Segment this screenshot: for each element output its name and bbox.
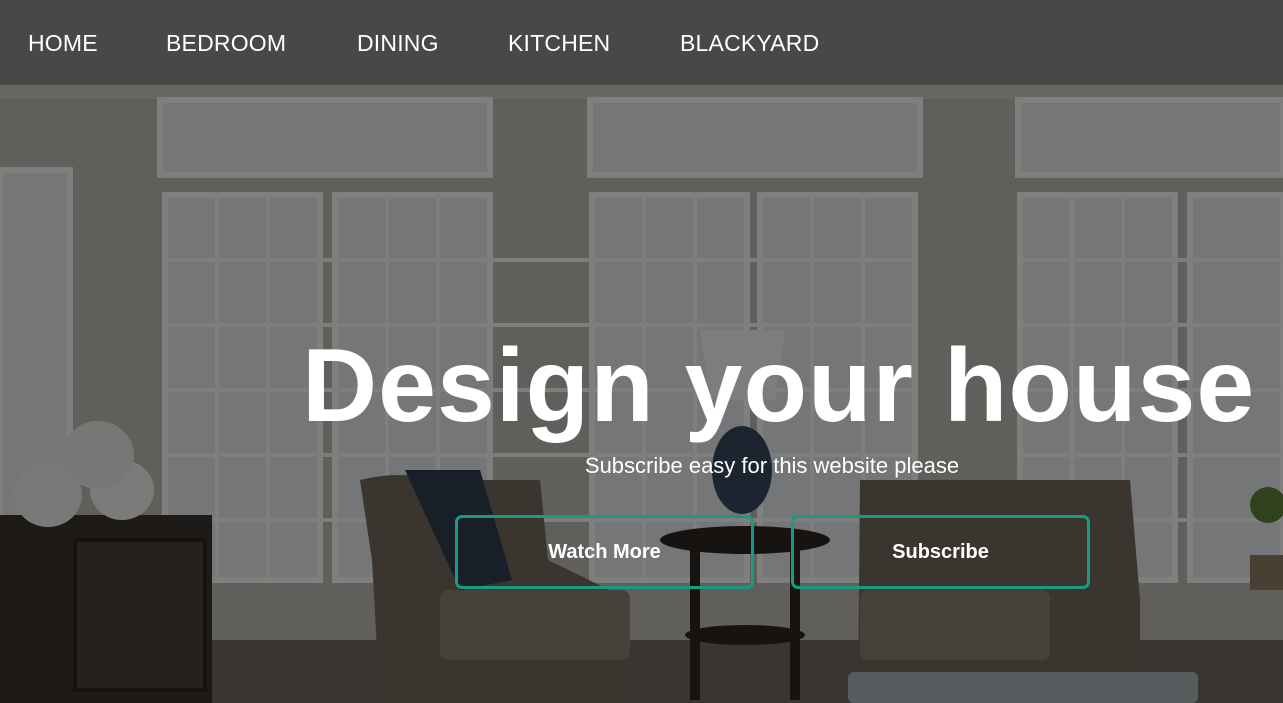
hero-subtitle: Subscribe easy for this website please bbox=[0, 452, 1283, 480]
hero-subtitle-text: Subscribe easy for this website please bbox=[584, 453, 960, 478]
subscribe-button[interactable]: Subscribe bbox=[791, 515, 1090, 589]
nav-item-blackyard[interactable]: BLACKYARD bbox=[680, 28, 819, 58]
hero-title: Design your house bbox=[302, 328, 1256, 444]
nav-item-dining[interactable]: DINING bbox=[357, 28, 508, 58]
nav-item-kitchen[interactable]: KITCHEN bbox=[508, 28, 680, 58]
nav-item-bedroom[interactable]: BEDROOM bbox=[166, 28, 357, 58]
main-nav: HOME BEDROOM DINING KITCHEN BLACKYARD bbox=[28, 28, 819, 58]
nav-item-home[interactable]: HOME bbox=[28, 28, 166, 58]
watch-more-button[interactable]: Watch More bbox=[455, 515, 754, 589]
